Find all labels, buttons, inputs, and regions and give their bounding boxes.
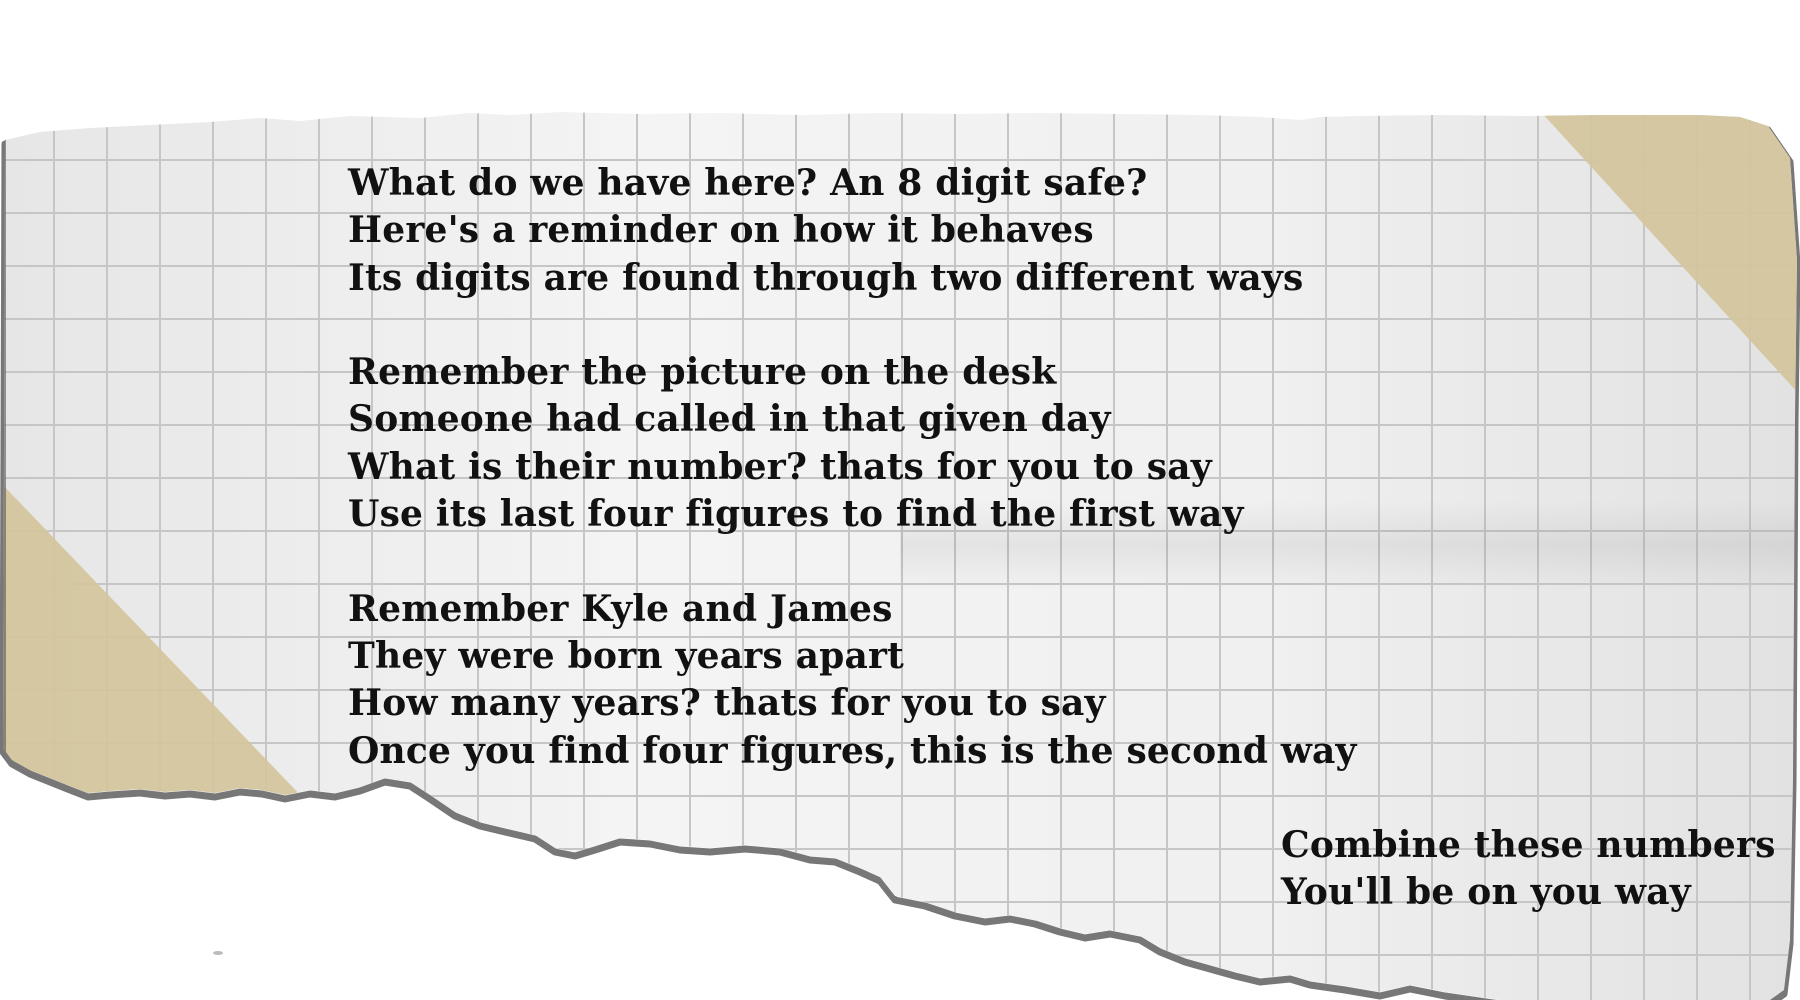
riddle-line: They were born years apart	[348, 634, 905, 677]
closing-line: You'll be on you way	[1281, 871, 1691, 914]
riddle-line: Its digits are found through two differe…	[348, 256, 1304, 299]
riddle-line: Use its last four figures to find the fi…	[348, 493, 1244, 536]
riddle-line: What do we have here? An 8 digit safe?	[348, 162, 1148, 204]
riddle-line: Remember the picture on the desk	[348, 351, 1057, 394]
riddle-text: What do we have here? An 8 digit safe? H…	[348, 160, 1357, 775]
riddle-line: Someone had called in that given day	[348, 398, 1111, 441]
riddle-line: Here's a reminder on how it behaves	[348, 209, 1094, 252]
riddle-line: Once you find four figures, this is the …	[348, 729, 1357, 772]
stanza-3: Remember Kyle and James They were born y…	[348, 586, 1357, 775]
riddle-line: How many years? thats for you to say	[348, 682, 1106, 725]
closing-text: Combine these numbers You'll be on you w…	[1281, 822, 1776, 917]
closing-line: Combine these numbers	[1281, 824, 1776, 866]
riddle-line: Remember Kyle and James	[348, 587, 893, 630]
riddle-line: What is their number? thats for you to s…	[348, 445, 1212, 488]
stanza-2: Remember the picture on the desk Someone…	[348, 349, 1357, 538]
game-scene: What do we have here? An 8 digit safe? H…	[0, 0, 1800, 1000]
stanza-1: What do we have here? An 8 digit safe? H…	[348, 160, 1357, 302]
